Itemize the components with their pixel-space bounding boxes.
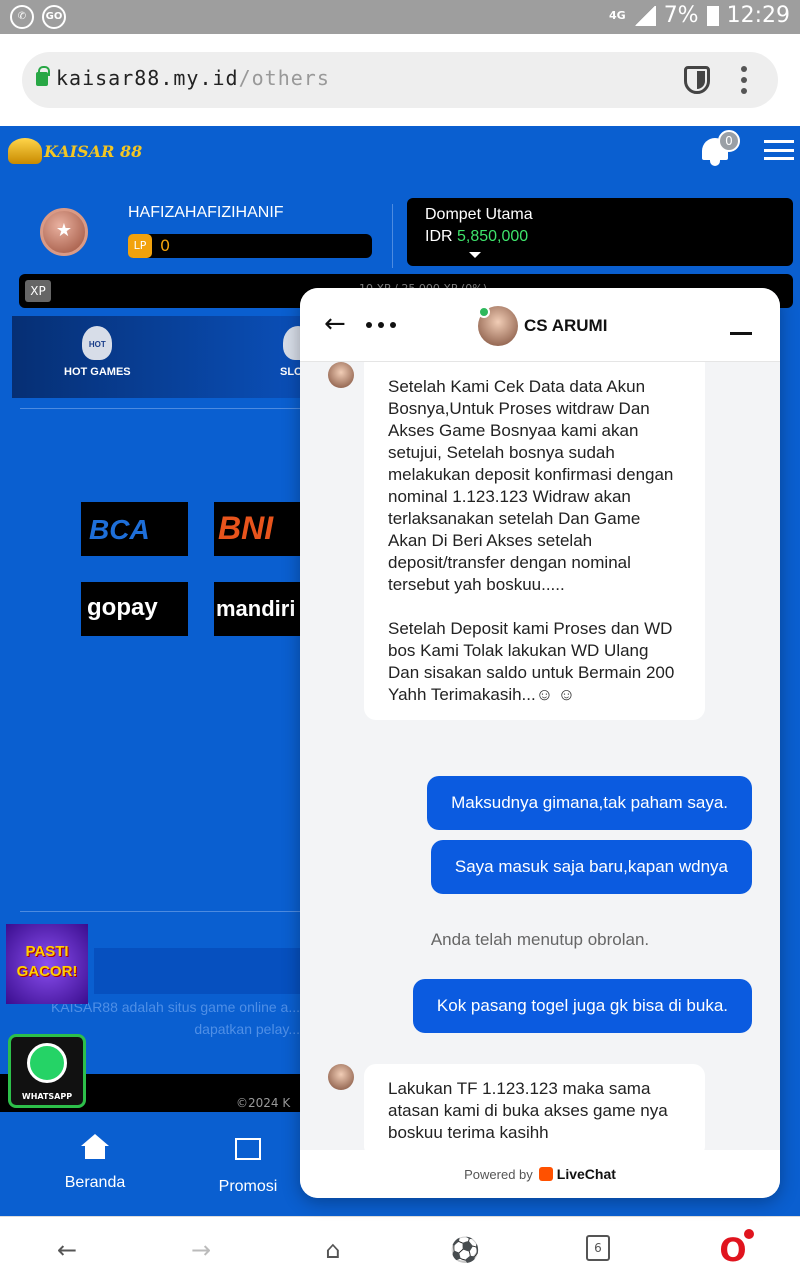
chat-footer: Powered by LiveChat (300, 1150, 780, 1198)
home-icon (81, 1134, 109, 1160)
battery-percent: 7% (663, 3, 699, 28)
user-message: Saya masuk saja baru,kapan wdnya (430, 840, 752, 894)
wallet-selector[interactable]: Dompet Utama IDR 5,850,000 (407, 198, 793, 266)
signal-icon (633, 5, 656, 26)
category-strip: HOT HOT GAMES SLOTS (12, 316, 317, 398)
wallet-title: Dompet Utama (425, 206, 533, 223)
agent-message: Setelah Kami Cek Data data Akun Bosnya,U… (364, 362, 705, 720)
xp-tag: XP (25, 280, 51, 302)
opera-menu-icon[interactable]: O (718, 1234, 748, 1266)
rank-medal-icon: ★ (40, 208, 88, 256)
nav-promosi[interactable]: Promosi (193, 1134, 303, 1196)
lp-bar: LP 0 (128, 234, 372, 258)
agent-avatar (328, 362, 354, 388)
user-message: Maksudnya gimana,tak paham saya. (427, 776, 752, 830)
agent-message: Lakukan TF 1.123.123 maka sama atasan ka… (364, 1064, 705, 1150)
online-status-dot (478, 306, 490, 318)
divider (392, 204, 393, 268)
soccer-ball-icon[interactable]: ⚽ (450, 1235, 480, 1265)
notification-dot (744, 1229, 754, 1239)
lock-icon (36, 66, 50, 86)
category-hot-games[interactable]: HOT HOT GAMES (64, 326, 131, 378)
whatsapp-icon (27, 1043, 67, 1083)
message-list[interactable]: Setelah Kami Cek Data data Akun Bosnya,U… (300, 362, 780, 1150)
url-text[interactable]: kaisar88.my.id/others (56, 66, 330, 90)
back-arrow-icon[interactable]: ← (52, 1235, 82, 1265)
forward-arrow-icon[interactable]: → (186, 1235, 216, 1265)
footer-banner (94, 948, 304, 994)
browser-bottom-nav: ← → ⌂ ⚽ 6 O (0, 1216, 800, 1280)
chat-header: ← CS ARUMI (300, 288, 780, 362)
notification-badge: 0 (718, 130, 740, 152)
network-type: 4G (609, 9, 626, 22)
nav-beranda[interactable]: Beranda (40, 1134, 150, 1192)
site-logo[interactable]: KAISAR 88 (8, 138, 142, 164)
wallet-balance: IDR 5,850,000 (425, 228, 529, 245)
system-message: Anda telah menutup obrolan. (430, 930, 650, 949)
agent-avatar (328, 1064, 354, 1090)
hot-flame-icon: HOT (82, 326, 113, 360)
browser-toolbar: kaisar88.my.id/others (0, 34, 800, 126)
bank-mandiri: mandiri (214, 582, 300, 636)
divider (20, 911, 300, 912)
gift-icon (234, 1138, 262, 1164)
home-icon[interactable]: ⌂ (318, 1235, 348, 1265)
agent-name: CS ARUMI (524, 316, 608, 335)
caret-down-icon (469, 252, 481, 258)
pasti-gacor-badge[interactable]: PASTI GACOR! (6, 924, 88, 1004)
site-header: KAISAR 88 0 (0, 126, 800, 186)
copyright-text: ©2024 K (236, 1096, 291, 1110)
tabs-count-icon[interactable]: 6 (586, 1235, 610, 1261)
back-arrow-icon[interactable]: ← (324, 311, 346, 337)
user-message: Kok pasang togel juga gk bisa di buka. (412, 979, 752, 1033)
livechat-window: ← CS ARUMI Setelah Kami Cek Data data Ak… (300, 288, 780, 1198)
hamburger-menu-icon[interactable] (764, 140, 794, 160)
clock: 12:29 (726, 3, 790, 28)
bank-gopay: gopay (81, 582, 188, 636)
crown-logo-icon (8, 138, 42, 164)
status-bar: ✆ GO 4G 7% 12:29 (0, 0, 800, 34)
whatsapp-button[interactable]: WHATSAPP (8, 1034, 86, 1108)
go-notification-icon: GO (42, 5, 66, 29)
more-options-icon[interactable] (366, 322, 396, 328)
bank-bni: BNI (214, 502, 300, 556)
minimize-icon[interactable] (730, 332, 752, 335)
whatsapp-notification-icon: ✆ (10, 5, 34, 29)
livechat-logo-icon (538, 1167, 553, 1181)
battery-icon (706, 5, 719, 26)
bank-bca: BCA (81, 502, 188, 556)
username: HAFIZAHAFIZIHANIF (128, 204, 284, 221)
shield-icon[interactable] (684, 66, 710, 94)
lp-value: 0 (160, 236, 171, 255)
browser-menu-icon[interactable] (738, 66, 750, 94)
lp-tag: LP (128, 234, 152, 258)
address-bar[interactable]: kaisar88.my.id/others (22, 52, 778, 108)
divider (20, 408, 300, 409)
